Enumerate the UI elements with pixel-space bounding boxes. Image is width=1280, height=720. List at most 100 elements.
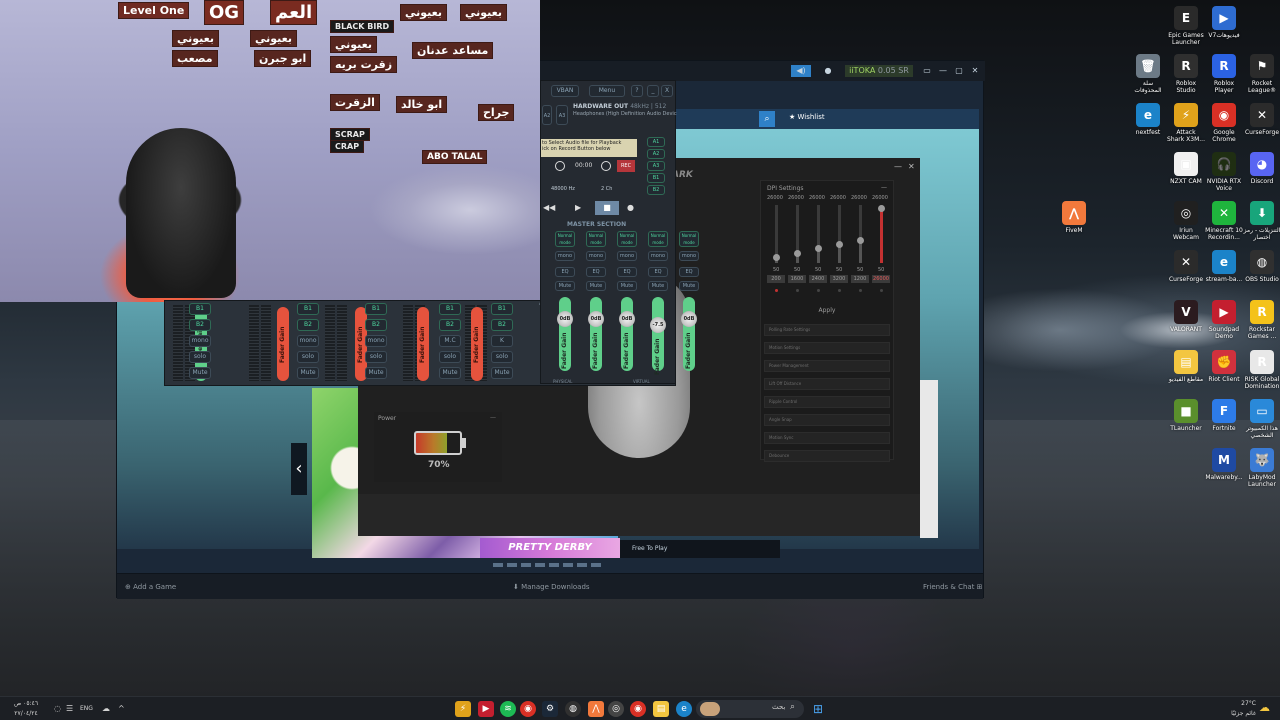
wishlist-link[interactable]: ★ Wishlist — [789, 113, 825, 121]
dpi-slider-knob[interactable] — [794, 250, 801, 257]
desktop-shortcut[interactable]: V VALORANT — [1167, 300, 1205, 333]
strip-b1-button[interactable]: B1 — [439, 303, 461, 315]
tape-play-button[interactable]: ▶ — [575, 203, 581, 212]
dpi-slider-knob[interactable] — [815, 245, 822, 252]
next-game-preview[interactable] — [920, 380, 938, 538]
strip-b1-button[interactable]: B1 — [297, 303, 319, 315]
desktop-shortcut[interactable]: ✕ CurseForge — [1243, 103, 1280, 136]
dpi-apply-button[interactable]: Apply — [809, 305, 845, 317]
master-eq-button[interactable]: EQ — [617, 267, 637, 277]
desktop-shortcut[interactable]: ▤ مقاطع الفيديو — [1167, 350, 1205, 383]
tray-chevron-icon[interactable]: ^ — [118, 697, 125, 720]
dpi-slider-track[interactable] — [859, 205, 862, 263]
dpi-slider-track[interactable] — [817, 205, 820, 263]
dpi-slider-knob[interactable] — [857, 237, 864, 244]
master-fader-knob[interactable]: 0dB — [588, 311, 604, 327]
taskbar-explorer-icon[interactable]: ▤ — [653, 701, 669, 717]
desktop-shortcut[interactable]: 🗑 سلة المحذوفات — [1129, 54, 1167, 94]
mouse-software-close-icon[interactable]: ✕ — [908, 162, 915, 171]
tape-rec-button[interactable]: REC — [617, 160, 635, 172]
tape-stop-button[interactable]: ■ — [595, 201, 619, 215]
desktop-shortcut[interactable]: ✕ Minecraft 10 Recordin... — [1205, 201, 1243, 241]
menu-button[interactable]: Menu — [589, 85, 625, 97]
carousel-pagination[interactable] — [493, 563, 605, 567]
strip-solo-button[interactable]: solo — [491, 351, 513, 363]
manage-downloads-button[interactable]: ⬇ Manage Downloads — [513, 574, 590, 600]
strip-mono-button[interactable]: mono — [189, 335, 211, 347]
desktop-shortcut[interactable]: ◎ Iriun Webcam — [1167, 201, 1205, 241]
strip-mute-button[interactable]: Mute — [491, 367, 513, 379]
master-mute-button[interactable]: Mute — [679, 281, 699, 291]
taskbar-attack-shark-icon[interactable]: ⚡ — [455, 701, 471, 717]
master-fader-knob[interactable]: 0dB — [557, 311, 573, 327]
dpi-option-item[interactable]: Motion Sync — [764, 432, 890, 444]
weather-widget[interactable]: 27°C غائم جزئيًا — [1216, 699, 1256, 719]
dpi-step-value[interactable]: 26000 — [872, 275, 890, 283]
desktop-shortcut[interactable]: ⬇ التنزيلات - رمز اختصار — [1243, 201, 1280, 241]
master-fader-knob[interactable]: -7.5 — [650, 317, 666, 333]
desktop-shortcut[interactable]: ▶ Soundpad Demo — [1205, 300, 1243, 340]
taskbar-soundpad-icon[interactable]: ▶ — [478, 701, 494, 717]
bus-select-a3[interactable]: A3 — [647, 161, 665, 171]
bus-select-b1[interactable]: B1 — [647, 173, 665, 183]
tape-rewind-icon[interactable] — [555, 161, 565, 171]
taskbar-edge-icon[interactable]: e — [676, 701, 692, 717]
dpi-option-item[interactable]: Angle Snap — [764, 414, 890, 426]
dpi-collapse-icon[interactable]: — — [881, 184, 887, 191]
master-mono-button[interactable]: mono — [555, 251, 575, 261]
desktop-shortcut[interactable]: e stream-ba... — [1205, 250, 1243, 283]
desktop-shortcut[interactable]: 🎧 NVIDIA RTX Voice — [1205, 152, 1243, 192]
master-mono-button[interactable]: mono — [586, 251, 606, 261]
taskbar-chrome-2-icon[interactable]: ◉ — [630, 701, 646, 717]
clock[interactable]: ٠٥:٤٦ ص ٢٧/٠٤/٢٤ — [4, 697, 48, 719]
strip-b2-button[interactable]: B2 — [189, 319, 211, 331]
desktop-shortcut[interactable]: ⚡ Attack Shark X3M... — [1167, 103, 1205, 143]
help-button[interactable]: ? — [631, 85, 643, 97]
steam-maximize-icon[interactable]: ▢ — [953, 65, 965, 77]
dpi-option-item[interactable]: Power Management — [764, 360, 890, 372]
dpi-slider-track[interactable] — [838, 205, 841, 263]
tape-forward-icon[interactable] — [601, 161, 611, 171]
wifi-icon[interactable]: ☰ — [66, 697, 73, 720]
master-mono-button[interactable]: mono — [648, 251, 668, 261]
strip-b2-button[interactable]: B2 — [491, 319, 513, 331]
tape-record-button[interactable]: ● — [627, 203, 634, 212]
strip-mono-button[interactable]: M.C — [439, 335, 461, 347]
desktop-shortcut[interactable]: e nextfest — [1129, 103, 1167, 136]
strip-solo-button[interactable]: solo — [189, 351, 211, 363]
desktop-shortcut[interactable]: R Roblox Player — [1205, 54, 1243, 94]
steam-broadcast-icon[interactable]: ◀) — [791, 65, 811, 77]
master-eq-button[interactable]: EQ — [555, 267, 575, 277]
steam-close-icon[interactable]: ✕ — [969, 65, 981, 77]
dpi-slider-knob[interactable] — [836, 241, 843, 248]
desktop-shortcut[interactable]: 🐺 LabyMod Launcher — [1243, 448, 1280, 488]
vban-button[interactable]: VBAN — [551, 85, 579, 97]
strip-mono-button[interactable]: mono — [365, 335, 387, 347]
dpi-step-value[interactable]: 1200 — [851, 275, 869, 283]
strip-b1-button[interactable]: B1 — [365, 303, 387, 315]
master-fader-knob[interactable]: 0dB — [681, 311, 697, 327]
notifications-icon[interactable]: ◌ — [54, 697, 61, 720]
steam-minimize-icon[interactable]: — — [937, 65, 949, 77]
strip-mono-button[interactable]: mono — [297, 335, 319, 347]
strip-mute-button[interactable]: Mute — [189, 367, 211, 379]
dpi-slider-track[interactable] — [880, 205, 883, 263]
taskbar-fivem-icon[interactable]: ⋀ — [588, 701, 604, 717]
dpi-step-value[interactable]: 200 — [767, 275, 785, 283]
carousel-prev-button[interactable]: ‹ — [291, 443, 307, 495]
taskbar-spotify-icon[interactable]: ≋ — [500, 701, 516, 717]
minimize-button[interactable]: _ — [647, 85, 659, 97]
desktop-shortcut[interactable]: ▣ NZXT CAM — [1167, 152, 1205, 185]
onedrive-icon[interactable]: ☁ — [102, 697, 110, 720]
desktop-shortcut[interactable]: ▶ V7فيديوهات — [1205, 6, 1243, 39]
strip-b1-button[interactable]: B1 — [189, 303, 211, 315]
tape-rewind-button[interactable]: ◀◀ — [543, 203, 555, 212]
dpi-option-item[interactable]: Ripple Control — [764, 396, 890, 408]
strip-solo-button[interactable]: solo — [297, 351, 319, 363]
master-mode-button[interactable]: Normal mode — [617, 231, 637, 247]
power-collapse-icon[interactable]: — — [490, 414, 496, 421]
friends-chat-button[interactable]: Friends & Chat ⊞ — [923, 574, 983, 600]
dpi-step-value[interactable]: 2400 — [809, 275, 827, 283]
dpi-slider-knob[interactable] — [878, 205, 885, 212]
dpi-option-item[interactable]: Lift Off Distance — [764, 378, 890, 390]
